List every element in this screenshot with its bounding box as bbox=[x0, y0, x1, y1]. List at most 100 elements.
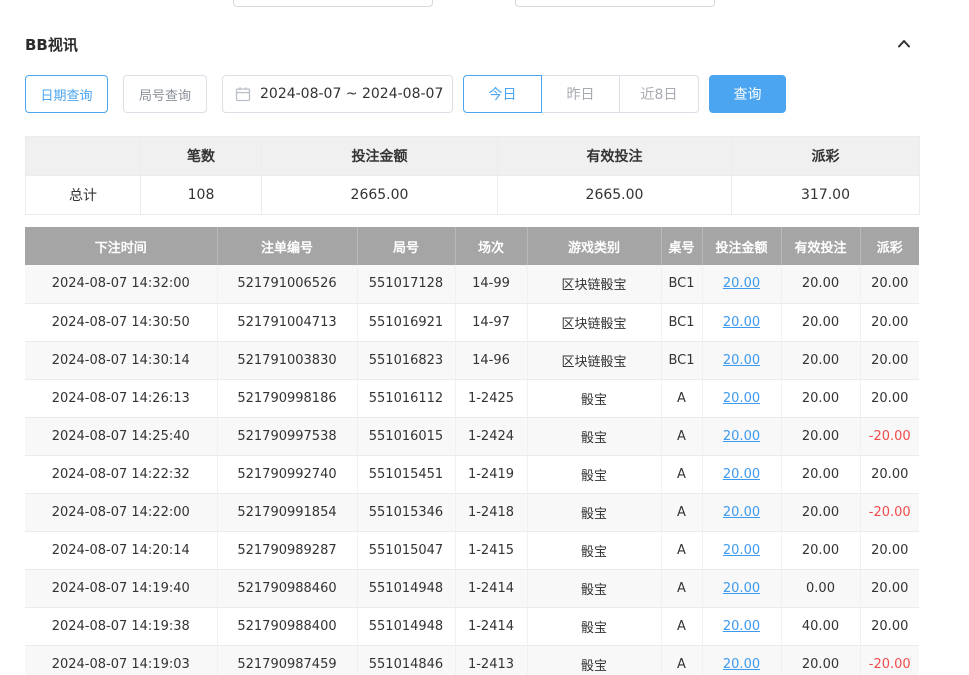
bet-amount-link[interactable]: 20.00 bbox=[723, 505, 760, 520]
cell-table-no: BC1 bbox=[661, 265, 702, 303]
summary-header-count: 笔数 bbox=[141, 137, 262, 176]
cell-session: 14-96 bbox=[455, 341, 527, 379]
bet-amount-link[interactable]: 20.00 bbox=[723, 619, 760, 634]
bet-amount-link[interactable]: 20.00 bbox=[723, 353, 760, 368]
cell-game-type: 区块链骰宝 bbox=[527, 265, 661, 303]
bet-table-header-row: 下注时间 注单编号 局号 场次 游戏类别 桌号 投注金额 有效投注 派彩 bbox=[25, 227, 919, 265]
summary-header-row: 笔数 投注金额 有效投注 派彩 bbox=[26, 137, 920, 176]
summary-total-count: 108 bbox=[141, 176, 262, 215]
bet-amount-link[interactable]: 20.00 bbox=[723, 276, 760, 291]
cell-bet-amount: 20.00 bbox=[702, 455, 781, 493]
cell-session: 1-2418 bbox=[455, 493, 527, 531]
search-button[interactable]: 查询 bbox=[709, 75, 786, 113]
table-row: 2024-08-07 14:25:40 521790997538 5510160… bbox=[25, 417, 919, 455]
table-row: 2024-08-07 14:19:40 521790988460 5510149… bbox=[25, 569, 919, 607]
summary-header-payout: 派彩 bbox=[732, 137, 920, 176]
cell-order-id: 521790991854 bbox=[217, 493, 357, 531]
cell-bet-amount: 20.00 bbox=[702, 379, 781, 417]
cell-round-no: 551017128 bbox=[357, 265, 455, 303]
bet-amount-link[interactable]: 20.00 bbox=[723, 581, 760, 596]
cell-payout: 20.00 bbox=[860, 531, 919, 569]
bet-amount-link[interactable]: 20.00 bbox=[723, 657, 760, 672]
date-range-value: 2024-08-07 ~ 2024-08-07 bbox=[260, 86, 443, 102]
date-range-picker[interactable]: 2024-08-07 ~ 2024-08-07 bbox=[222, 75, 453, 113]
summary-total-valid-bet: 2665.00 bbox=[498, 176, 732, 215]
summary-total-label: 总计 bbox=[26, 176, 141, 215]
header-round-no: 局号 bbox=[357, 227, 455, 265]
cell-payout: 20.00 bbox=[860, 303, 919, 341]
cell-payout: -20.00 bbox=[860, 493, 919, 531]
cell-valid-bet: 20.00 bbox=[781, 417, 860, 455]
cell-game-type: 区块链骰宝 bbox=[527, 341, 661, 379]
cell-bet-time: 2024-08-07 14:19:03 bbox=[25, 645, 217, 675]
cell-order-id: 521791004713 bbox=[217, 303, 357, 341]
quick-btn-today[interactable]: 今日 bbox=[463, 75, 542, 113]
summary-total-payout: 317.00 bbox=[732, 176, 920, 215]
cell-valid-bet: 20.00 bbox=[781, 455, 860, 493]
cell-session: 1-2415 bbox=[455, 531, 527, 569]
bet-amount-link[interactable]: 20.00 bbox=[723, 543, 760, 558]
cell-bet-time: 2024-08-07 14:32:00 bbox=[25, 265, 217, 303]
cell-bet-time: 2024-08-07 14:26:13 bbox=[25, 379, 217, 417]
cell-table-no: A bbox=[661, 645, 702, 675]
top-input-2[interactable] bbox=[515, 0, 715, 7]
cell-bet-time: 2024-08-07 14:19:38 bbox=[25, 607, 217, 645]
cell-bet-time: 2024-08-07 14:30:50 bbox=[25, 303, 217, 341]
cell-game-type: 骰宝 bbox=[527, 379, 661, 417]
cell-valid-bet: 20.00 bbox=[781, 531, 860, 569]
cell-order-id: 521791003830 bbox=[217, 341, 357, 379]
cell-table-no: A bbox=[661, 379, 702, 417]
cell-round-no: 551015047 bbox=[357, 531, 455, 569]
cell-payout: 20.00 bbox=[860, 265, 919, 303]
summary-header-bet-amount: 投注金额 bbox=[262, 137, 498, 176]
cell-valid-bet: 20.00 bbox=[781, 341, 860, 379]
cell-valid-bet: 40.00 bbox=[781, 607, 860, 645]
cell-session: 1-2425 bbox=[455, 379, 527, 417]
summary-header-empty bbox=[26, 137, 141, 176]
cell-payout: -20.00 bbox=[860, 645, 919, 675]
cell-round-no: 551016823 bbox=[357, 341, 455, 379]
cell-round-no: 551015346 bbox=[357, 493, 455, 531]
cell-bet-time: 2024-08-07 14:22:32 bbox=[25, 455, 217, 493]
page-title: BB视讯 bbox=[25, 34, 78, 55]
cell-round-no: 551016112 bbox=[357, 379, 455, 417]
date-query-tab[interactable]: 日期查询 bbox=[25, 75, 108, 113]
calendar-icon bbox=[235, 86, 251, 102]
cell-table-no: A bbox=[661, 455, 702, 493]
summary-header-valid-bet: 有效投注 bbox=[498, 137, 732, 176]
cell-game-type: 骰宝 bbox=[527, 569, 661, 607]
bet-amount-link[interactable]: 20.00 bbox=[723, 315, 760, 330]
bet-amount-link[interactable]: 20.00 bbox=[723, 391, 760, 406]
cell-session: 1-2413 bbox=[455, 645, 527, 675]
bet-amount-link[interactable]: 20.00 bbox=[723, 467, 760, 482]
top-input-1[interactable] bbox=[233, 0, 433, 7]
cell-game-type: 区块链骰宝 bbox=[527, 303, 661, 341]
bet-table-body: 2024-08-07 14:32:00 521791006526 5510171… bbox=[25, 265, 919, 675]
cell-valid-bet: 20.00 bbox=[781, 493, 860, 531]
cell-order-id: 521790989287 bbox=[217, 531, 357, 569]
round-query-tab[interactable]: 局号查询 bbox=[123, 75, 207, 113]
cell-session: 1-2424 bbox=[455, 417, 527, 455]
cell-valid-bet: 20.00 bbox=[781, 303, 860, 341]
cell-table-no: A bbox=[661, 493, 702, 531]
cell-table-no: A bbox=[661, 607, 702, 645]
cell-order-id: 521790997538 bbox=[217, 417, 357, 455]
quick-btn-yesterday[interactable]: 昨日 bbox=[541, 75, 620, 113]
cell-game-type: 骰宝 bbox=[527, 493, 661, 531]
cell-round-no: 551014948 bbox=[357, 569, 455, 607]
cell-order-id: 521791006526 bbox=[217, 265, 357, 303]
quick-btn-last8days[interactable]: 近8日 bbox=[619, 75, 699, 113]
bet-table: 下注时间 注单编号 局号 场次 游戏类别 桌号 投注金额 有效投注 派彩 202… bbox=[25, 227, 919, 675]
cell-valid-bet: 20.00 bbox=[781, 265, 860, 303]
summary-total-row: 总计 108 2665.00 2665.00 317.00 bbox=[26, 176, 920, 215]
cell-table-no: A bbox=[661, 417, 702, 455]
header-bet-amount: 投注金额 bbox=[702, 227, 781, 265]
cell-bet-time: 2024-08-07 14:19:40 bbox=[25, 569, 217, 607]
table-row: 2024-08-07 14:32:00 521791006526 5510171… bbox=[25, 265, 919, 303]
collapse-chevron-icon[interactable] bbox=[895, 35, 919, 53]
cell-round-no: 551014948 bbox=[357, 607, 455, 645]
cell-game-type: 骰宝 bbox=[527, 531, 661, 569]
bet-amount-link[interactable]: 20.00 bbox=[723, 429, 760, 444]
header-valid-bet: 有效投注 bbox=[781, 227, 860, 265]
cell-payout: 20.00 bbox=[860, 569, 919, 607]
